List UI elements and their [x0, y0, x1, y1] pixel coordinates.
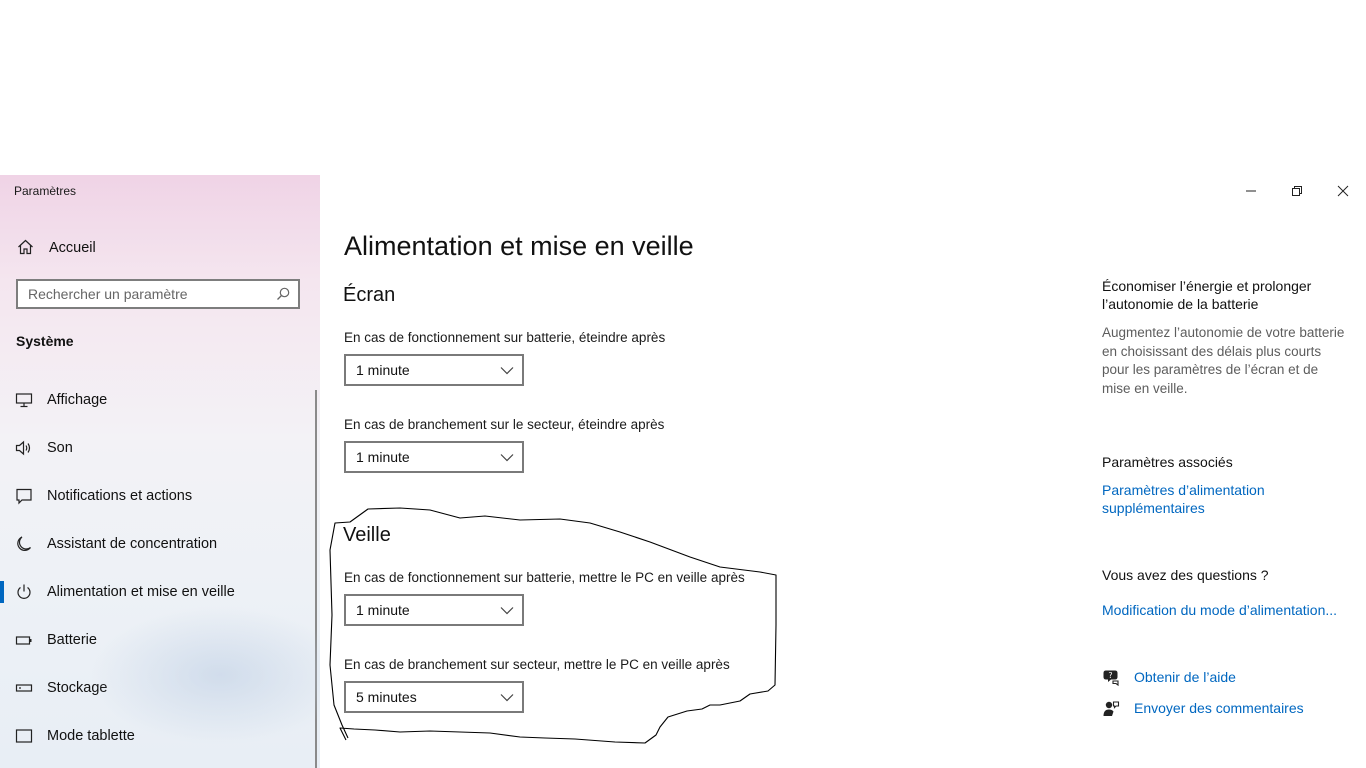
- sleep-battery-label: En cas de fonctionnement sur batterie, m…: [344, 570, 745, 585]
- section-heading-screen: Écran: [343, 284, 396, 306]
- search-box[interactable]: [16, 279, 300, 309]
- screen-plugged-dropdown[interactable]: 1 minute: [344, 441, 524, 473]
- sidebar: Paramètres Accueil Système Affichage So: [0, 175, 320, 768]
- chevron-down-icon: [500, 694, 514, 702]
- screen-battery-dropdown[interactable]: 1 minute: [344, 354, 524, 386]
- sidebar-item-notifications[interactable]: Notifications et actions: [0, 479, 316, 513]
- search-icon[interactable]: [276, 287, 290, 306]
- chevron-down-icon: [500, 607, 514, 615]
- sidebar-item-storage[interactable]: Stockage: [0, 671, 316, 705]
- sidebar-item-label: Alimentation et mise en veille: [47, 584, 235, 600]
- power-icon: [15, 583, 33, 601]
- dropdown-value: 1 minute: [356, 449, 410, 465]
- feedback-icon: [1102, 700, 1120, 723]
- moon-icon: [15, 535, 33, 553]
- sidebar-item-focus-assist[interactable]: Assistant de concentration: [0, 527, 316, 561]
- dropdown-value: 5 minutes: [356, 689, 417, 705]
- section-label-system: Système: [16, 333, 74, 349]
- storage-icon: [15, 679, 33, 697]
- main-content: Alimentation et mise en veille Écran En …: [320, 175, 1366, 768]
- get-help-link[interactable]: ? Obtenir de l’aide: [1102, 667, 1362, 689]
- related-settings-heading: Paramètres associés: [1102, 454, 1233, 470]
- sidebar-item-display[interactable]: Affichage: [0, 383, 316, 417]
- chevron-down-icon: [500, 367, 514, 375]
- sidebar-item-label: Batterie: [47, 632, 97, 648]
- section-heading-sleep: Veille: [343, 524, 391, 546]
- chevron-down-icon: [500, 454, 514, 462]
- sidebar-item-label: Son: [47, 440, 73, 456]
- tablet-icon: [15, 727, 33, 745]
- home-icon: [17, 239, 34, 260]
- send-feedback-label: Envoyer des commentaires: [1134, 700, 1304, 716]
- page-title: Alimentation et mise en veille: [344, 231, 694, 261]
- sleep-plugged-label: En cas de branchement sur secteur, mettr…: [344, 657, 730, 672]
- search-input[interactable]: [28, 286, 268, 302]
- additional-power-settings-link[interactable]: Paramètres d’alimentation supplémentaire…: [1102, 481, 1302, 517]
- app-title: Paramètres: [14, 184, 77, 198]
- sidebar-item-label: Affichage: [47, 392, 108, 408]
- sleep-battery-dropdown[interactable]: 1 minute: [344, 594, 524, 626]
- send-feedback-link[interactable]: Envoyer des commentaires: [1102, 698, 1362, 720]
- dropdown-value: 1 minute: [356, 602, 410, 618]
- tip-title: Économiser l’énergie et prolonger l’auto…: [1102, 278, 1312, 312]
- sidebar-item-label: Assistant de concentration: [47, 536, 218, 552]
- sidebar-item-label: Mode tablette: [47, 728, 135, 744]
- questions-heading: Vous avez des questions ?: [1102, 567, 1269, 583]
- sidebar-item-sound[interactable]: Son: [0, 431, 316, 465]
- dropdown-value: 1 minute: [356, 362, 410, 378]
- sidebar-item-tablet-mode[interactable]: Mode tablette: [0, 719, 316, 753]
- sidebar-scrollbar[interactable]: [315, 390, 317, 768]
- get-help-label: Obtenir de l’aide: [1134, 669, 1236, 685]
- screen-battery-label: En cas de fonctionnement sur batterie, é…: [344, 330, 666, 345]
- display-icon: [15, 391, 33, 409]
- sidebar-item-label: Stockage: [47, 680, 108, 696]
- help-chat-icon: ?: [1102, 669, 1120, 692]
- sidebar-home-label: Accueil: [49, 240, 96, 256]
- notification-icon: [15, 487, 33, 505]
- related-panel: Économiser l’énergie et prolonger l’auto…: [1102, 175, 1366, 768]
- speaker-icon: [15, 439, 33, 457]
- sidebar-home[interactable]: Accueil: [0, 235, 320, 261]
- battery-icon: [15, 631, 33, 649]
- settings-window: Paramètres Accueil Système Affichage So: [0, 175, 1366, 768]
- tip-description: Augmentez l’autonomie de votre batterie …: [1102, 325, 1345, 396]
- power-mode-link[interactable]: Modification du mode d’alimentation...: [1102, 601, 1337, 619]
- screen-plugged-label: En cas de branchement sur le secteur, ét…: [344, 417, 665, 432]
- svg-text:?: ?: [1108, 671, 1112, 680]
- sleep-plugged-dropdown[interactable]: 5 minutes: [344, 681, 524, 713]
- sidebar-item-battery[interactable]: Batterie: [0, 623, 316, 657]
- sidebar-item-label: Notifications et actions: [47, 488, 193, 504]
- sidebar-item-power-sleep[interactable]: Alimentation et mise en veille: [0, 575, 316, 609]
- selection-indicator: [0, 581, 4, 603]
